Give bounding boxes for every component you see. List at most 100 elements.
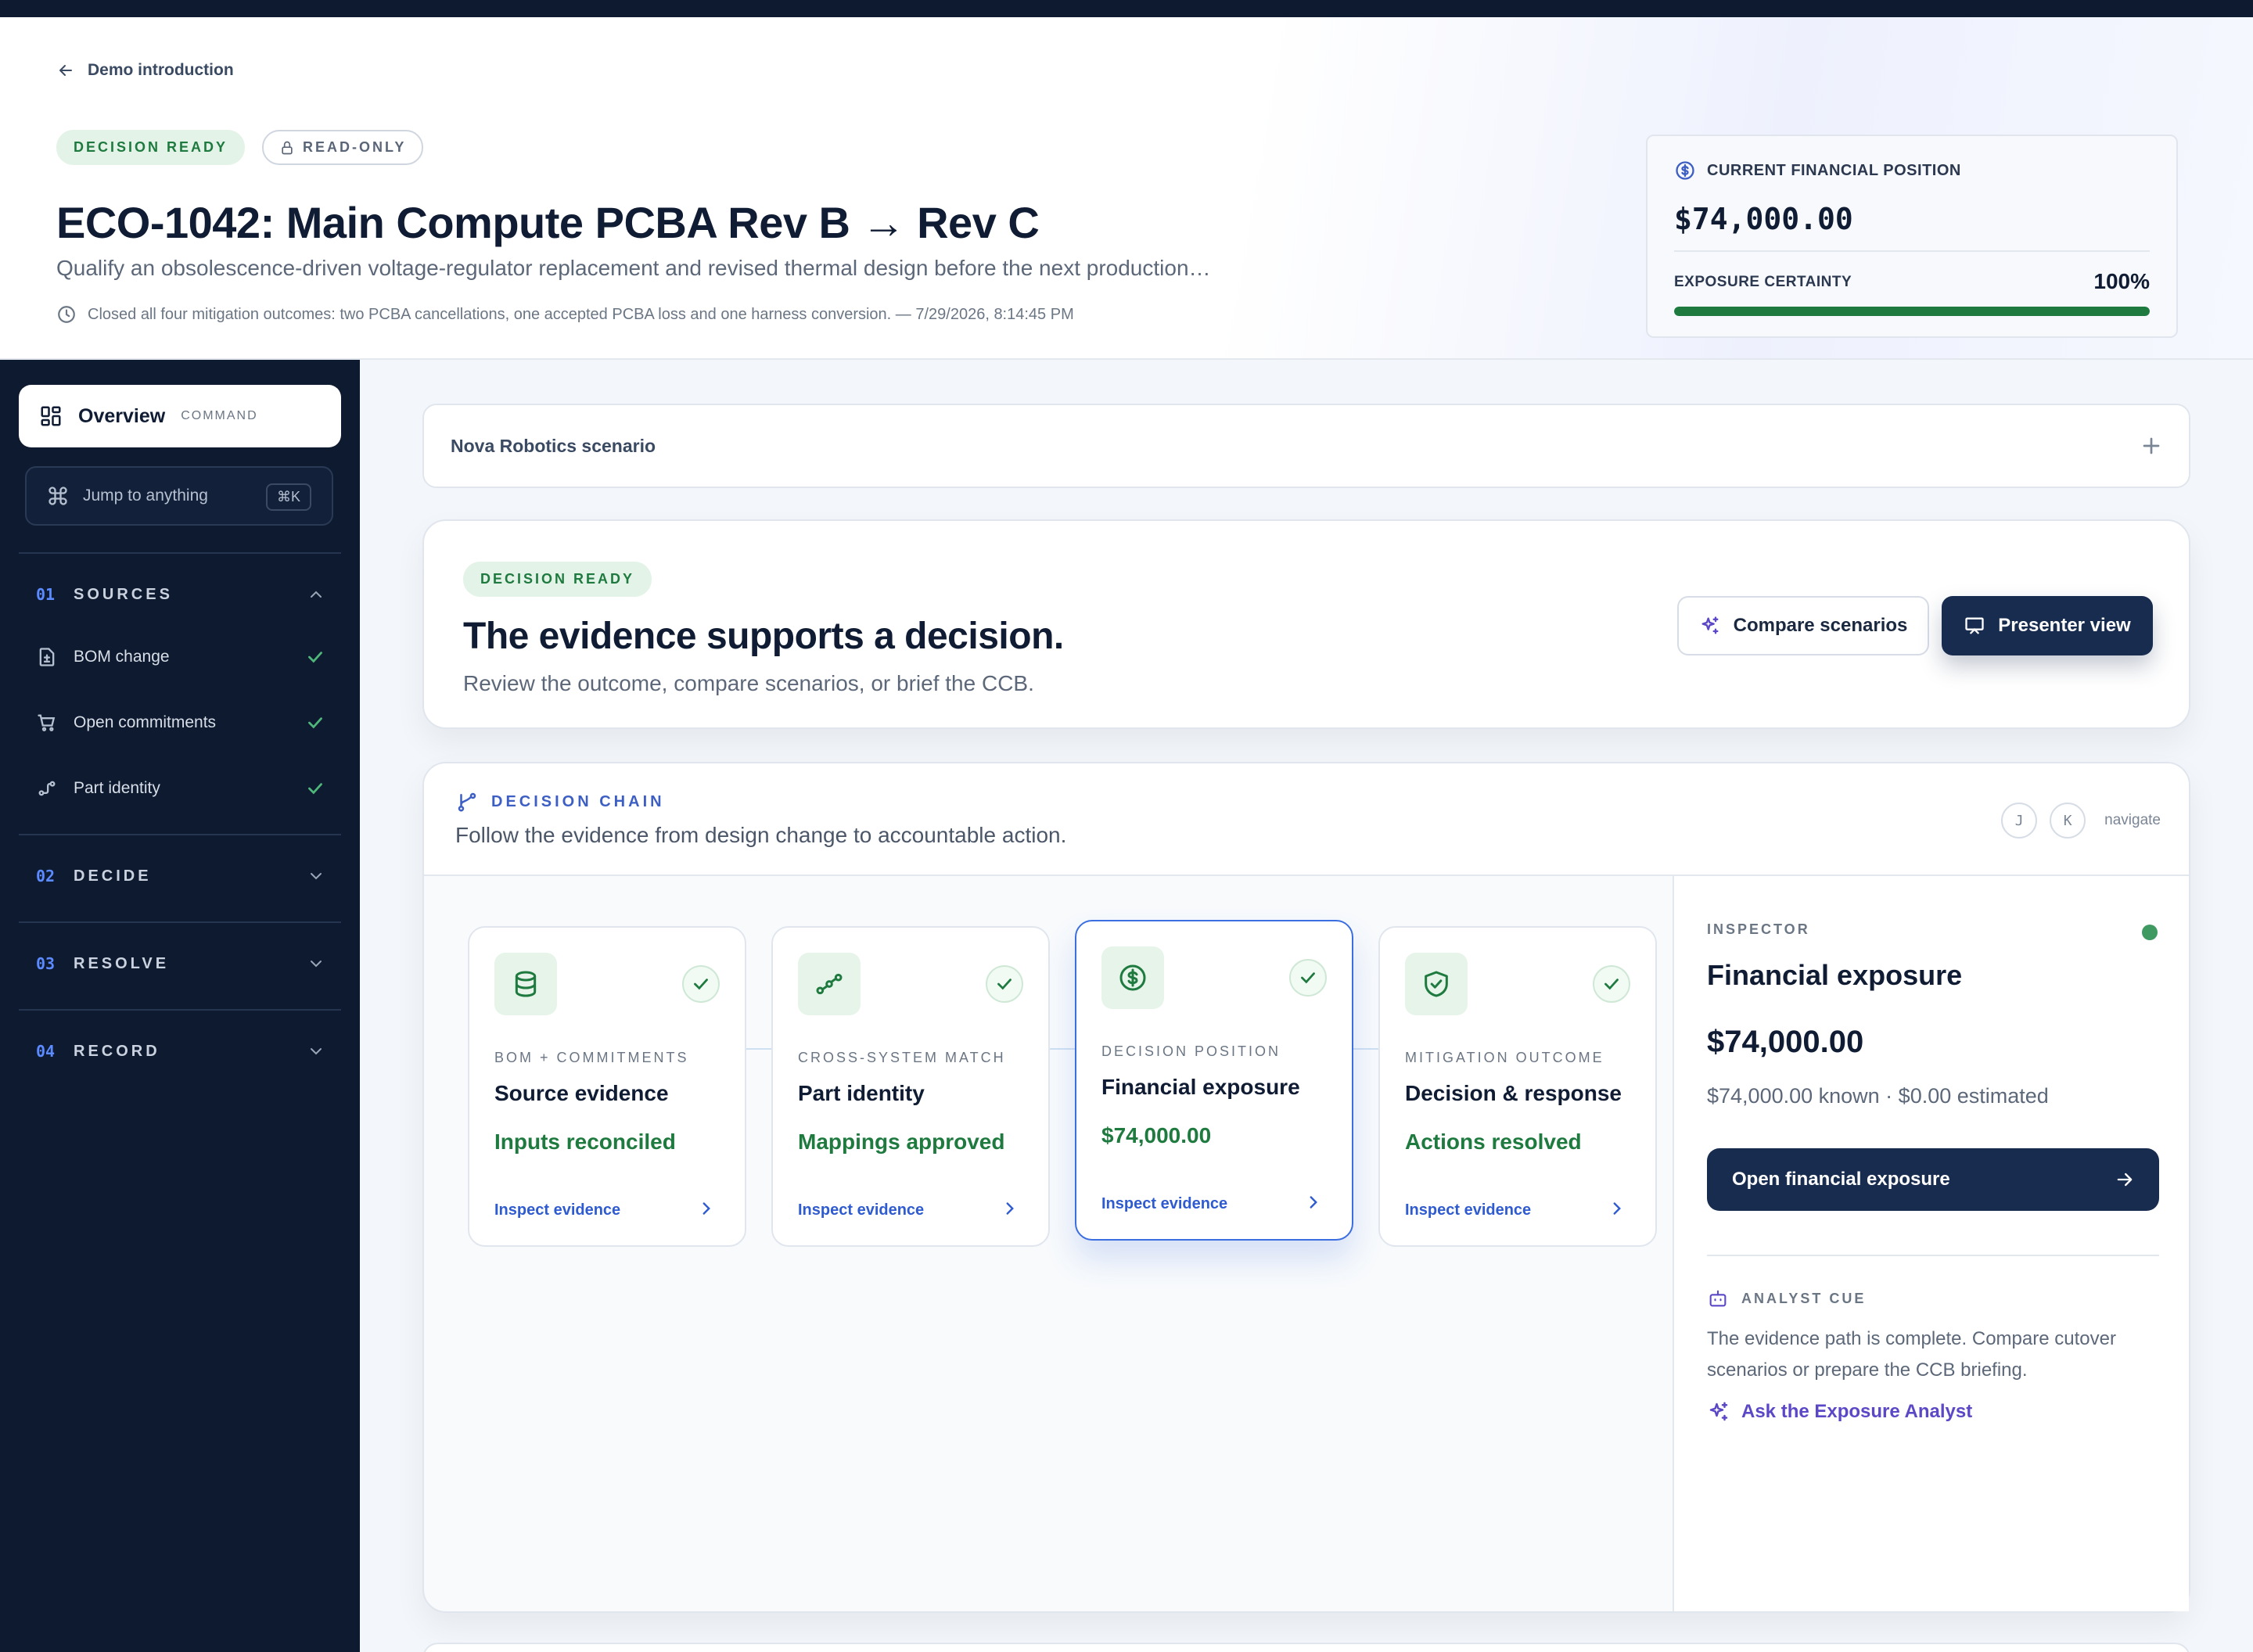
sidebar-item-bom-change[interactable]: BOM change [36,646,325,668]
dollar-circle-icon [1676,161,1694,180]
sidebar-divider [19,1009,341,1011]
decision-subtitle: Review the outcome, compare scenarios, o… [463,671,1034,695]
dashboard-icon [41,406,61,426]
header-badges: DECISION READY READ-ONLY [56,130,424,165]
decision-status-badge: DECISION READY [463,562,652,597]
check-icon [308,652,322,663]
nav-key-k: K [2050,803,2086,839]
step-status: Mappings approved [798,1129,1005,1154]
read-only-badge: READ-ONLY [262,130,424,165]
chain-step-source-evidence[interactable]: BOM + COMMITMENTS Source evidence Inputs… [468,926,746,1247]
presenter-view-button[interactable]: Presenter view [1942,596,2153,655]
scenario-label: Nova Robotics scenario [451,435,656,456]
inspector-breakdown: $74,000.00 known · $0.00 estimated [1707,1084,2049,1108]
step-icon-box [1101,946,1164,1009]
top-bar [0,0,2253,17]
inspector-panel: INSPECTOR Financial exposure $74,000.00 … [1673,876,2189,1611]
step-status: Inputs reconciled [494,1129,676,1154]
inspect-evidence-link[interactable]: Inspect evidence [1101,1195,1227,1213]
step-connector [1050,1048,1076,1050]
check-icon [694,979,708,990]
nav-key-j: J [2001,803,2038,839]
jump-label: Jump to anything [83,487,208,505]
jump-shortcut: ⌘K [265,483,311,511]
step-complete-badge [1593,965,1630,1003]
decision-chain-title: DECISION CHAIN [491,792,665,810]
jump-to-anything[interactable]: Jump to anything ⌘K [25,466,333,526]
step-complete-badge [986,965,1023,1003]
chevron-down-icon [311,873,322,880]
sidebar-item-part-identity[interactable]: Part identity [36,778,325,799]
chevron-up-icon [311,591,322,598]
step-title: Decision & response [1405,1081,1622,1105]
chain-step-part-identity[interactable]: CROSS-SYSTEM MATCH Part identity Mapping… [771,926,1050,1247]
step-icon-box [1405,953,1468,1015]
financial-divider [1674,250,2150,252]
step-complete-badge [1289,959,1327,997]
nav-hint-text: navigate [2104,812,2161,828]
connect-icon [816,973,843,995]
open-financial-exposure-button[interactable]: Open financial exposure [1707,1148,2159,1211]
sidebar-item-overview[interactable]: Overview COMMAND [19,385,341,447]
step-complete-badge [682,965,720,1003]
git-branch-icon [458,792,476,812]
sidebar-divider [19,552,341,554]
lock-icon [282,141,293,154]
command-icon [49,487,67,505]
compare-scenarios-button[interactable]: Compare scenarios [1677,596,1929,655]
exposure-certainty-label: EXPOSURE CERTAINTY [1674,274,1852,290]
status-dot [2142,925,2158,940]
next-section-card [422,1643,2190,1652]
sidebar-section-sources[interactable]: 01 SOURCES [36,585,325,604]
clock-icon [58,306,75,323]
read-only-label: READ-ONLY [303,139,407,155]
step-kicker: CROSS-SYSTEM MATCH [798,1050,1006,1065]
section-number: 01 [36,585,56,604]
sidebar-divider [19,921,341,923]
section-number: 04 [36,1042,56,1061]
sidebar-section-resolve[interactable]: 03 RESOLVE [36,954,325,973]
chain-step-decision-response[interactable]: MITIGATION OUTCOME Decision & response A… [1378,926,1657,1247]
inspector-divider [1707,1255,2159,1256]
sidebar-item-label: Part identity [74,779,160,797]
decision-title: The evidence supports a decision. [463,616,1064,657]
step-kicker: MITIGATION OUTCOME [1405,1050,1604,1065]
page-title: ECO-1042: Main Compute PCBA Rev B → Rev … [56,198,1040,247]
bot-icon [1709,1290,1727,1307]
back-link[interactable]: Demo introduction [56,61,234,80]
inspect-evidence-link[interactable]: Inspect evidence [798,1201,924,1219]
ask-exposure-analyst-link[interactable]: Ask the Exposure Analyst [1707,1400,1972,1424]
analyst-cue-label: ANALYST CUE [1707,1287,1866,1309]
back-link-label: Demo introduction [88,61,234,79]
financial-position-card: CURRENT FINANCIAL POSITION $74,000.00 EX… [1646,135,2178,338]
check-icon [1604,979,1619,990]
step-connector [1353,1048,1380,1050]
step-title: Financial exposure [1101,1075,1300,1099]
step-kicker: BOM + COMMITMENTS [494,1050,689,1065]
sidebar-section-record[interactable]: 04 RECORD [36,1042,325,1061]
inspect-evidence-link[interactable]: Inspect evidence [494,1201,620,1219]
inspect-evidence-link[interactable]: Inspect evidence [1405,1201,1531,1219]
decision-chain-label: DECISION CHAIN [455,790,665,813]
page-header: Demo introduction DECISION READY READ-ON… [0,17,2253,360]
chevron-right-icon [1006,1202,1014,1215]
sidebar: Overview COMMAND Jump to anything ⌘K 01 … [0,360,360,1652]
sidebar-section-decide[interactable]: 02 DECIDE [36,867,325,885]
section-name: RECORD [74,1042,160,1060]
step-icon-box [494,953,557,1015]
sparkles-icon [1709,1402,1728,1421]
open-financial-exposure-label: Open financial exposure [1732,1169,1950,1190]
sidebar-divider [19,834,341,835]
chain-step-financial-exposure[interactable]: DECISION POSITION Financial exposure $74… [1075,920,1353,1241]
file-diff-icon [39,648,55,666]
check-icon [308,783,322,795]
scenario-selector[interactable]: Nova Robotics scenario [422,404,2190,488]
inspector-title: Financial exposure [1707,959,1963,991]
sidebar-item-open-commitments[interactable]: Open commitments [36,712,325,734]
exposure-certainty-bar [1674,307,2150,316]
plus-icon[interactable] [2137,432,2165,460]
chevron-right-icon [1310,1196,1317,1208]
financial-position-label: CURRENT FINANCIAL POSITION [1674,160,1961,181]
analyst-cue-title: ANALYST CUE [1741,1290,1867,1306]
last-activity: Closed all four mitigation outcomes: two… [56,304,1074,325]
